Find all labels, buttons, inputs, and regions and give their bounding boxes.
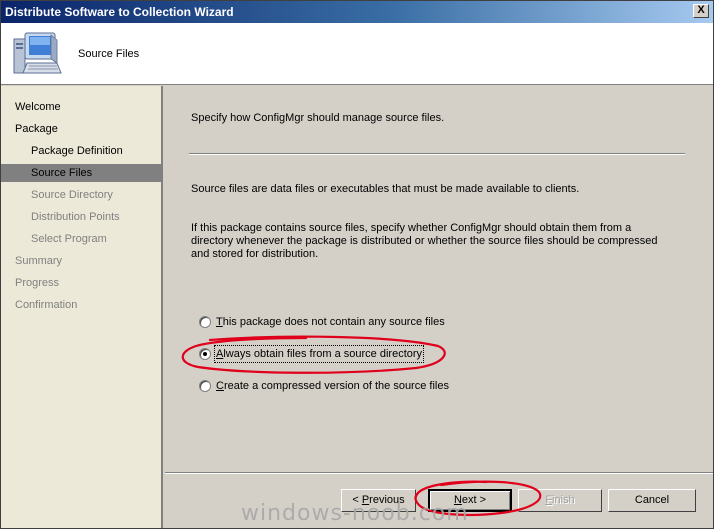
page-title: Source Files <box>78 48 140 60</box>
step-source-directory[interactable]: Source Directory <box>1 186 161 204</box>
option-no-source-files-label: This package does not contain any source… <box>216 315 445 329</box>
cancel-button[interactable]: Cancel <box>608 489 696 512</box>
content-divider <box>189 153 685 155</box>
option-source-directory-text: lways obtain files from a source directo… <box>223 348 423 360</box>
step-summary[interactable]: Summary <box>1 252 161 270</box>
explanation-line-3: and stored for distribution. <box>191 248 319 260</box>
option-no-source-files-text: his package does not contain any source … <box>222 316 445 328</box>
option-compressed-version-mnemonic: C <box>216 380 224 392</box>
option-no-source-files-mnemonic: T <box>216 316 223 328</box>
radio-compressed-version[interactable] <box>199 380 211 392</box>
step-progress[interactable]: Progress <box>1 274 161 292</box>
wizard-window: Distribute Software to Collection Wizard… <box>0 0 714 529</box>
option-source-directory[interactable]: Always obtain files from a source direct… <box>199 345 499 363</box>
instruction-text: Specify how ConfigMgr should manage sour… <box>191 112 445 124</box>
explanation-line-1: If this package contains source files, s… <box>191 222 632 234</box>
radio-source-directory[interactable] <box>199 348 211 360</box>
description-text: Source files are data files or executabl… <box>191 183 580 195</box>
close-button[interactable]: X <box>693 4 709 18</box>
explanation-line-2: directory whenever the package is distri… <box>191 235 658 247</box>
step-package-definition[interactable]: Package Definition <box>1 142 161 160</box>
window-title: Distribute Software to Collection Wizard <box>5 5 234 19</box>
step-distribution-points[interactable]: Distribution Points <box>1 208 161 226</box>
step-select-program[interactable]: Select Program <box>1 230 161 248</box>
watermark-text: windows-noob.com <box>241 501 469 526</box>
button-bar-divider <box>165 472 713 474</box>
title-bar[interactable]: Distribute Software to Collection Wizard… <box>1 1 713 23</box>
option-compressed-version[interactable]: Create a compressed version of the sourc… <box>199 379 499 395</box>
wizard-header: Source Files <box>1 23 713 85</box>
step-package[interactable]: Package <box>1 120 161 138</box>
finish-button-text: inish <box>552 494 575 506</box>
option-source-directory-label: Always obtain files from a source direct… <box>213 345 425 363</box>
option-no-source-files[interactable]: This package does not contain any source… <box>199 315 499 331</box>
option-compressed-version-text: reate a compressed version of the source… <box>223 380 449 392</box>
wizard-step-list: Welcome Package Package Definition Sourc… <box>1 86 163 528</box>
step-source-files[interactable]: Source Files <box>1 164 161 182</box>
wizard-content: Specify how ConfigMgr should manage sour… <box>165 86 713 472</box>
step-welcome[interactable]: Welcome <box>1 98 161 116</box>
step-confirmation[interactable]: Confirmation <box>1 296 161 314</box>
radio-no-source-files[interactable] <box>199 316 211 328</box>
computer-icon <box>13 32 62 74</box>
option-compressed-version-label: Create a compressed version of the sourc… <box>216 379 449 393</box>
finish-button[interactable]: Finish <box>518 489 602 512</box>
